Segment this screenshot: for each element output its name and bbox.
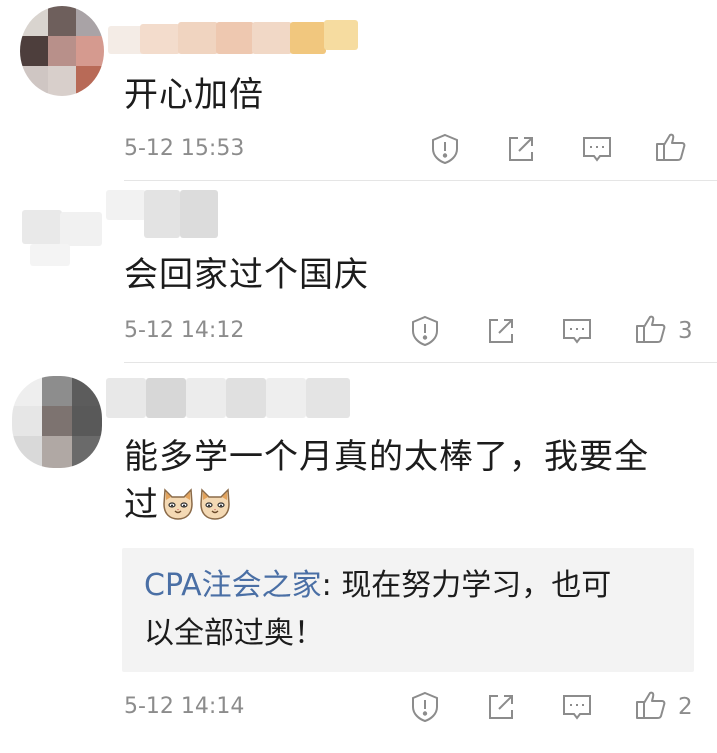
comment-text-line: 过: [124, 482, 694, 528]
like-button[interactable]: [634, 312, 668, 346]
report-button[interactable]: [408, 690, 442, 724]
comment-date: 5-12 15:53: [124, 136, 245, 161]
comment-text-line: 能多学一个月真的太棒了，我要全: [124, 437, 649, 477]
avatar[interactable]: [20, 6, 104, 96]
report-icon: [412, 315, 438, 347]
share-button[interactable]: [484, 690, 518, 724]
divider: [124, 180, 717, 181]
reply-line: CPA注会之家: 现在努力学习，也可: [144, 562, 679, 610]
reply-button[interactable]: [560, 690, 594, 724]
author-reply-box: CPA注会之家: 现在努力学习，也可 以全部过奥！: [122, 548, 694, 672]
reply-icon: [583, 137, 611, 162]
share-icon: [489, 695, 513, 719]
reply-icon: [563, 319, 591, 344]
cat-emoji-icon: [160, 486, 196, 522]
cat-emoji-icon: [197, 486, 233, 522]
comment-text-tail: 过: [124, 485, 159, 525]
share-button[interactable]: [504, 132, 538, 166]
avatar[interactable]: [12, 376, 102, 468]
divider: [124, 362, 717, 363]
like-button[interactable]: [654, 130, 688, 164]
reply-button[interactable]: [560, 314, 594, 348]
reply-button[interactable]: [580, 132, 614, 166]
reply-author-link[interactable]: CPA注会之家: [144, 568, 322, 603]
comment-date: 5-12 14:14: [124, 694, 245, 719]
reply-icon: [563, 695, 591, 720]
reply-separator: :: [321, 568, 342, 603]
report-button[interactable]: [408, 314, 442, 348]
like-button[interactable]: [634, 688, 668, 722]
share-icon: [509, 137, 533, 161]
report-icon: [432, 133, 458, 165]
comment-text: 开心加倍: [124, 75, 264, 115]
comment-date: 5-12 14:12: [124, 318, 245, 343]
comment-text: 能多学一个月真的太棒了，我要全 过: [124, 434, 694, 528]
author-reply-text: CPA注会之家: 现在努力学习，也可 以全部过奥！: [144, 562, 679, 658]
reply-text-line: 现在努力学习，也可: [341, 568, 612, 603]
reply-text-line: 以全部过奥！: [144, 616, 324, 651]
like-count: 3: [678, 318, 693, 344]
share-button[interactable]: [484, 314, 518, 348]
report-icon: [412, 691, 438, 723]
thumbs-up-icon: [656, 133, 686, 161]
like-count: 2: [678, 694, 693, 720]
report-button[interactable]: [428, 132, 462, 166]
share-icon: [489, 319, 513, 343]
thumbs-up-icon: [636, 691, 666, 719]
comment-text: 会回家过个国庆: [124, 255, 369, 295]
thumbs-up-icon: [636, 315, 666, 343]
